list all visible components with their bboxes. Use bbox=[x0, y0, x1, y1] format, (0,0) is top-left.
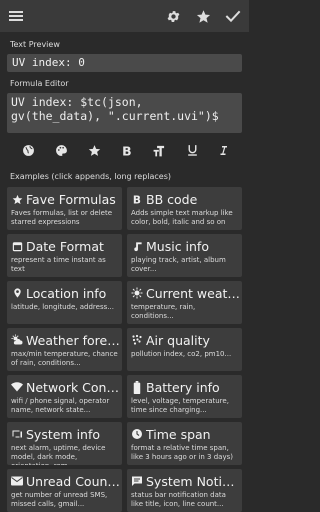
text-preview-label: Text Preview bbox=[10, 40, 60, 49]
card-description: playing track, artist, album cover... bbox=[131, 256, 226, 273]
card-title: System Notific... bbox=[146, 473, 240, 489]
music-note-icon bbox=[131, 240, 143, 252]
example-card-air-quality[interactable]: Air quality pollution index, co2, pm10..… bbox=[127, 328, 242, 371]
card-description: latitude, longitude, address... bbox=[11, 303, 114, 311]
example-card-fave-formulas[interactable]: Fave Formulas Faves formulas, list or de… bbox=[7, 187, 122, 230]
card-description: temperature, rain, conditions... bbox=[131, 303, 196, 320]
svg-text:B: B bbox=[122, 144, 131, 157]
card-title: Unread Counte... bbox=[26, 473, 120, 489]
card-description: Faves formulas, list or delete starred e… bbox=[11, 209, 113, 226]
hamburger-icon[interactable] bbox=[6, 6, 26, 26]
palette-icon[interactable] bbox=[51, 140, 71, 160]
example-card-battery-info[interactable]: Battery info level, voltage, temperature… bbox=[127, 375, 242, 418]
text-preview-field: UV index: 0 bbox=[7, 54, 242, 72]
card-description: level, voltage, temperature, time since … bbox=[131, 397, 229, 414]
weather-icon bbox=[11, 334, 23, 346]
card-title: Location info bbox=[26, 285, 107, 301]
text-size-icon[interactable] bbox=[150, 140, 170, 160]
card-title: Air quality bbox=[146, 332, 210, 348]
svg-text:B: B bbox=[133, 194, 141, 204]
card-description: next alarm, uptime, device model, dark m… bbox=[11, 444, 106, 465]
example-card-network-connection[interactable]: Network Conn... wifi / phone signal, ope… bbox=[7, 375, 122, 418]
card-description: pollution index, co2, pm10... bbox=[131, 350, 232, 358]
sun-icon bbox=[131, 287, 143, 299]
card-description: Adds simple text markup like color, bold… bbox=[131, 209, 233, 226]
examples-hint: (click appends, long replaces) bbox=[51, 172, 171, 181]
italic-icon[interactable] bbox=[213, 140, 233, 160]
editor-toolbar: B bbox=[0, 140, 249, 160]
battery-icon bbox=[131, 380, 143, 394]
device-icon bbox=[11, 428, 23, 440]
envelope-icon bbox=[11, 475, 23, 487]
card-title: Music info bbox=[146, 238, 209, 254]
card-title: Network Conn... bbox=[26, 379, 120, 395]
card-description: wifi / phone signal, operator name, netw… bbox=[11, 397, 110, 414]
star-icon bbox=[11, 193, 23, 205]
card-title: Date Format bbox=[26, 238, 104, 254]
bold-icon: B bbox=[131, 193, 143, 205]
example-card-location-info[interactable]: Location info latitude, longitude, addre… bbox=[7, 281, 122, 324]
card-title: BB code bbox=[146, 191, 198, 207]
top-app-bar bbox=[0, 0, 249, 32]
card-title: Battery info bbox=[146, 379, 220, 395]
example-card-bb-code[interactable]: B BB code Adds simple text markup like co… bbox=[127, 187, 242, 230]
check-icon[interactable] bbox=[223, 6, 243, 26]
example-card-music-info[interactable]: Music info playing track, artist, album … bbox=[127, 234, 242, 277]
clock-icon bbox=[131, 428, 143, 440]
example-card-unread-counters[interactable]: Unread Counte... get number of unread SM… bbox=[7, 469, 122, 512]
star-icon[interactable] bbox=[193, 6, 213, 26]
card-title: System info bbox=[26, 426, 101, 442]
air-quality-icon bbox=[131, 334, 143, 346]
gear-icon[interactable] bbox=[163, 6, 183, 26]
examples-header: Examples (click appends, long replaces) bbox=[10, 172, 171, 181]
card-title: Current weather bbox=[146, 285, 240, 301]
wifi-icon bbox=[11, 381, 23, 393]
example-card-date-format[interactable]: Date Format represent a time instant as … bbox=[7, 234, 122, 277]
card-description: get number of unread SMS, missed calls, … bbox=[11, 491, 108, 508]
example-card-weather-forecast[interactable]: Weather forec... max/min temperature, ch… bbox=[7, 328, 122, 371]
bold-icon[interactable]: B bbox=[117, 140, 137, 160]
formula-editor-label: Formula Editor bbox=[10, 79, 69, 88]
formula-editor-input[interactable]: UV index: $tc(json, gv(the_data), ".curr… bbox=[7, 93, 242, 133]
card-title: Fave Formulas bbox=[26, 191, 116, 207]
card-description: format a relative time span, like 3 hour… bbox=[131, 444, 233, 461]
example-card-time-span[interactable]: Time span format a relative time span, l… bbox=[127, 422, 242, 465]
examples-label: Examples bbox=[10, 172, 49, 181]
star-icon[interactable] bbox=[84, 140, 104, 160]
card-title: Weather forec... bbox=[26, 332, 120, 348]
card-title: Time span bbox=[146, 426, 211, 442]
chat-icon bbox=[131, 475, 143, 487]
calendar-icon bbox=[11, 240, 23, 252]
underline-icon[interactable] bbox=[182, 140, 202, 160]
example-card-system-info[interactable]: System info next alarm, uptime, device m… bbox=[7, 422, 122, 465]
globe-icon[interactable] bbox=[18, 140, 38, 160]
example-card-system-notifications[interactable]: System Notific... status bar notificatio… bbox=[127, 469, 242, 512]
card-description: represent a time instant as text bbox=[11, 256, 106, 273]
card-description: status bar notification data like title,… bbox=[131, 491, 226, 508]
example-card-current-weather[interactable]: Current weather temperature, rain, condi… bbox=[127, 281, 242, 324]
card-description: max/min temperature, chance of rain, con… bbox=[11, 350, 118, 367]
location-pin-icon bbox=[11, 287, 23, 299]
